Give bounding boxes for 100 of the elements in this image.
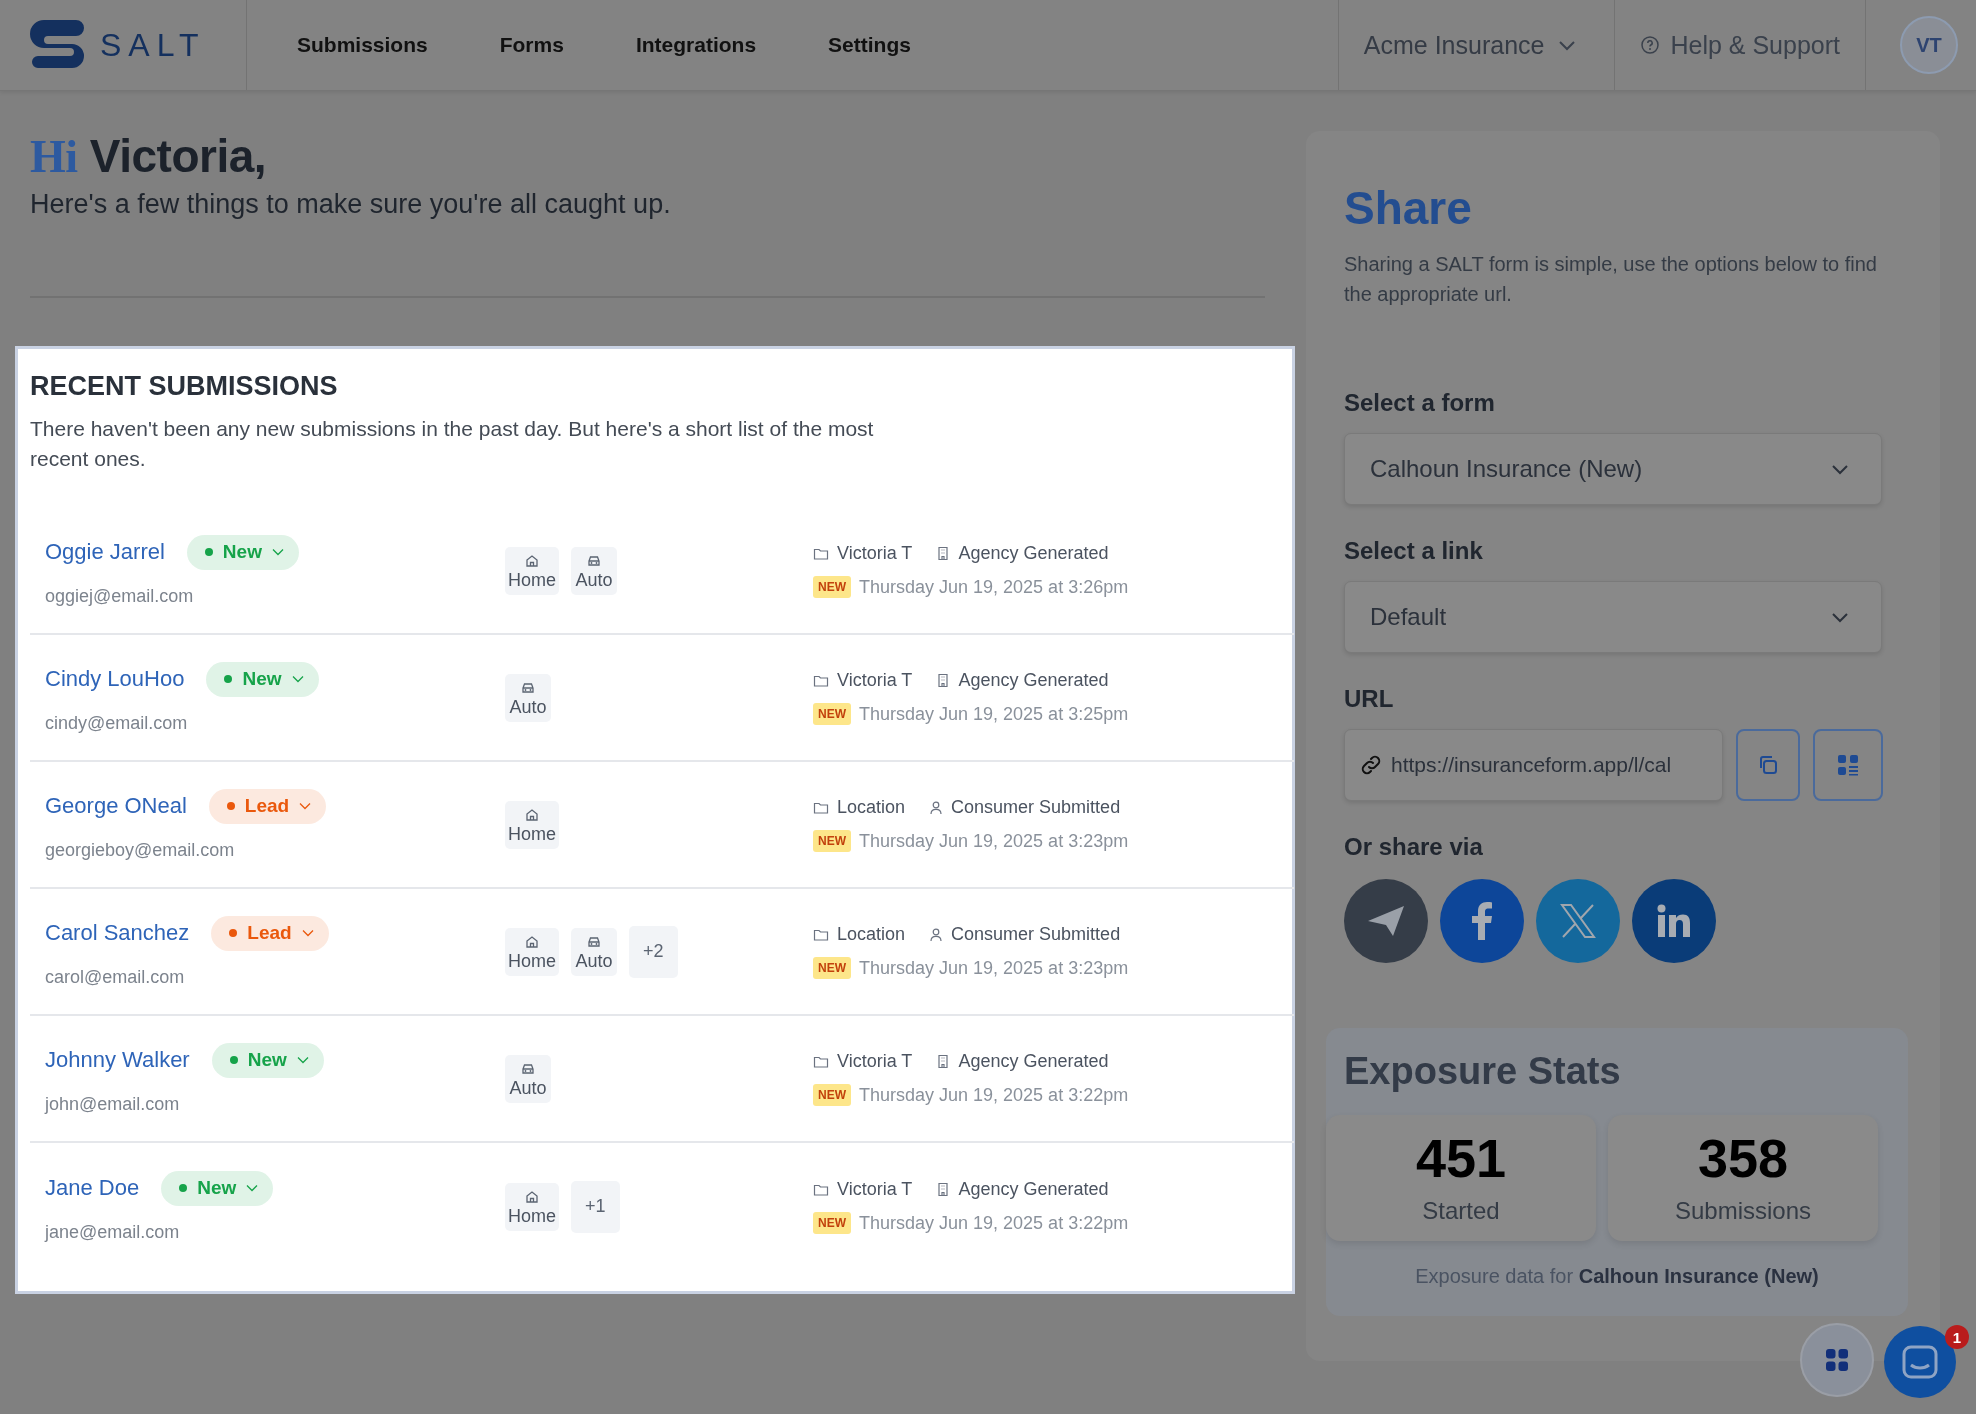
submitter-email: oggiej@email.com — [45, 585, 195, 607]
x-logo-icon — [1560, 904, 1596, 938]
greeting-subtitle: Here's a few things to make sure you're all caught up. — [30, 189, 672, 220]
submitter-name-link[interactable]: Johnny Walker — [45, 1047, 190, 1073]
folder-icon — [813, 673, 829, 688]
status-dropdown[interactable]: Lead — [208, 788, 327, 824]
stat-value: 451 — [1415, 1131, 1507, 1185]
submitter-name-link[interactable]: Cindy LouHoo — [45, 666, 185, 692]
linkedin-icon — [1657, 904, 1691, 938]
more-tags-count: +2 — [629, 925, 678, 978]
submitter-email: georgieboy@email.com — [45, 839, 236, 861]
house-icon — [525, 934, 539, 948]
new-badge: NEW — [813, 830, 851, 852]
stat-value: 358 — [1697, 1131, 1789, 1185]
section-description: There haven't been any new submissions in the past day. But here's a short list of the most recent ones. — [30, 416, 875, 472]
field-label: Or share via — [1344, 833, 1484, 861]
nav-link[interactable]: Submissions — [297, 33, 428, 57]
house-icon — [525, 553, 539, 567]
source-label: Agency Generated — [958, 1179, 1109, 1200]
new-badge: NEW — [813, 576, 851, 598]
url-field[interactable]: https://insuranceform.app/l/cal — [1344, 729, 1723, 801]
submitter-email: carol@email.com — [45, 966, 186, 988]
folder-icon — [813, 800, 829, 815]
car-icon — [521, 680, 535, 694]
qr-code-icon — [1836, 753, 1860, 777]
stat-label: Submissions — [1674, 1197, 1812, 1225]
house-icon — [525, 1189, 539, 1203]
new-badge: NEW — [813, 1084, 851, 1106]
new-badge: NEW — [813, 957, 851, 979]
submission-date: Thursday Jun 19, 2025 at 3:22pm — [859, 1084, 1129, 1106]
chevron-icon — [301, 929, 314, 937]
stat-label: Started — [1422, 1197, 1500, 1225]
submission-date: Thursday Jun 19, 2025 at 3:23pm — [859, 830, 1129, 852]
folder-icon — [813, 1054, 829, 1069]
field-label: URL — [1344, 685, 1395, 713]
person-icon — [929, 800, 944, 815]
chevron-icon — [271, 548, 284, 556]
submitter-name-link[interactable]: George ONeal — [45, 793, 187, 819]
building-icon — [936, 673, 951, 688]
qr-code-button[interactable] — [1813, 729, 1883, 801]
copy-button[interactable] — [1736, 729, 1800, 801]
building-icon — [936, 1182, 951, 1197]
chat-icon — [1902, 1345, 1938, 1379]
source-label: Consumer Submitted — [951, 924, 1121, 945]
chevron-icon — [296, 1056, 309, 1064]
nav-link[interactable]: Settings — [828, 33, 911, 57]
link-select[interactable]: Default — [1344, 581, 1882, 653]
source-label: Agency Generated — [958, 1051, 1109, 1072]
folder-icon — [813, 1182, 829, 1197]
car-icon — [587, 553, 601, 567]
chevron-icon — [299, 802, 312, 810]
car-icon — [587, 934, 601, 948]
source-label: Agency Generated — [958, 543, 1109, 564]
help-support-link[interactable]: Help & Support — [1614, 0, 1865, 90]
share-title: Share — [1344, 181, 1473, 235]
submitter-email: cindy@email.com — [45, 712, 189, 734]
chevron-icon — [1831, 463, 1849, 475]
nav-link[interactable]: Forms — [499, 33, 564, 57]
user-avatar[interactable]: VT — [1900, 16, 1958, 74]
chevron-icon — [1831, 611, 1849, 623]
tag-label: Auto — [575, 950, 613, 972]
tag-label: Home — [508, 1205, 556, 1227]
chevron-icon — [246, 1184, 259, 1192]
status-dropdown[interactable]: New — [186, 534, 299, 570]
submission-date: Thursday Jun 19, 2025 at 3:26pm — [859, 576, 1129, 598]
source-label: Consumer Submitted — [951, 797, 1121, 818]
facebook-icon — [1472, 902, 1492, 940]
owner-label: Location — [837, 924, 906, 945]
chevron-icon — [1558, 39, 1577, 51]
nav-link[interactable]: Integrations — [635, 33, 757, 57]
submitter-name-link[interactable]: Oggie Jarrel — [45, 539, 165, 565]
house-icon — [525, 807, 539, 821]
logo-text: SALT — [100, 26, 206, 64]
exposure-title: Exposure Stats — [1344, 1050, 1622, 1093]
owner-label: Victoria T — [837, 670, 913, 691]
new-badge: NEW — [813, 1212, 851, 1234]
tag-label: Auto — [575, 569, 613, 591]
new-badge: NEW — [813, 703, 851, 725]
account-dropdown[interactable]: Acme Insurance — [1337, 0, 1615, 90]
submitter-name-link[interactable]: Carol Sanchez — [45, 920, 190, 946]
field-label: Select a link — [1344, 537, 1484, 565]
folder-icon — [813, 927, 829, 942]
status-dropdown[interactable]: New — [161, 1170, 274, 1206]
submitter-name-link[interactable]: Jane Doe — [45, 1175, 140, 1201]
status-dropdown[interactable]: New — [206, 661, 319, 697]
share-description: Sharing a SALT form is simple, use the options below to find the appropriate url. — [1344, 252, 1878, 307]
source-label: Agency Generated — [958, 670, 1109, 691]
link-icon — [1359, 753, 1383, 777]
building-icon — [936, 1054, 951, 1069]
building-icon — [936, 546, 951, 561]
greeting-title: Hi Victoria, — [30, 129, 268, 183]
owner-label: Victoria T — [837, 1179, 913, 1200]
exposure-footnote: Exposure data for Calhoun Insurance (New) — [1414, 1265, 1820, 1288]
status-dropdown[interactable]: Lead — [211, 915, 329, 951]
notification-badge: 1 — [1945, 1325, 1969, 1349]
submission-date: Thursday Jun 19, 2025 at 3:25pm — [859, 703, 1129, 725]
status-dropdown[interactable]: New — [211, 1042, 324, 1078]
grid-icon — [1825, 1348, 1849, 1372]
submitter-email: jane@email.com — [45, 1221, 181, 1243]
form-select[interactable]: Calhoun Insurance (New) — [1344, 433, 1882, 505]
